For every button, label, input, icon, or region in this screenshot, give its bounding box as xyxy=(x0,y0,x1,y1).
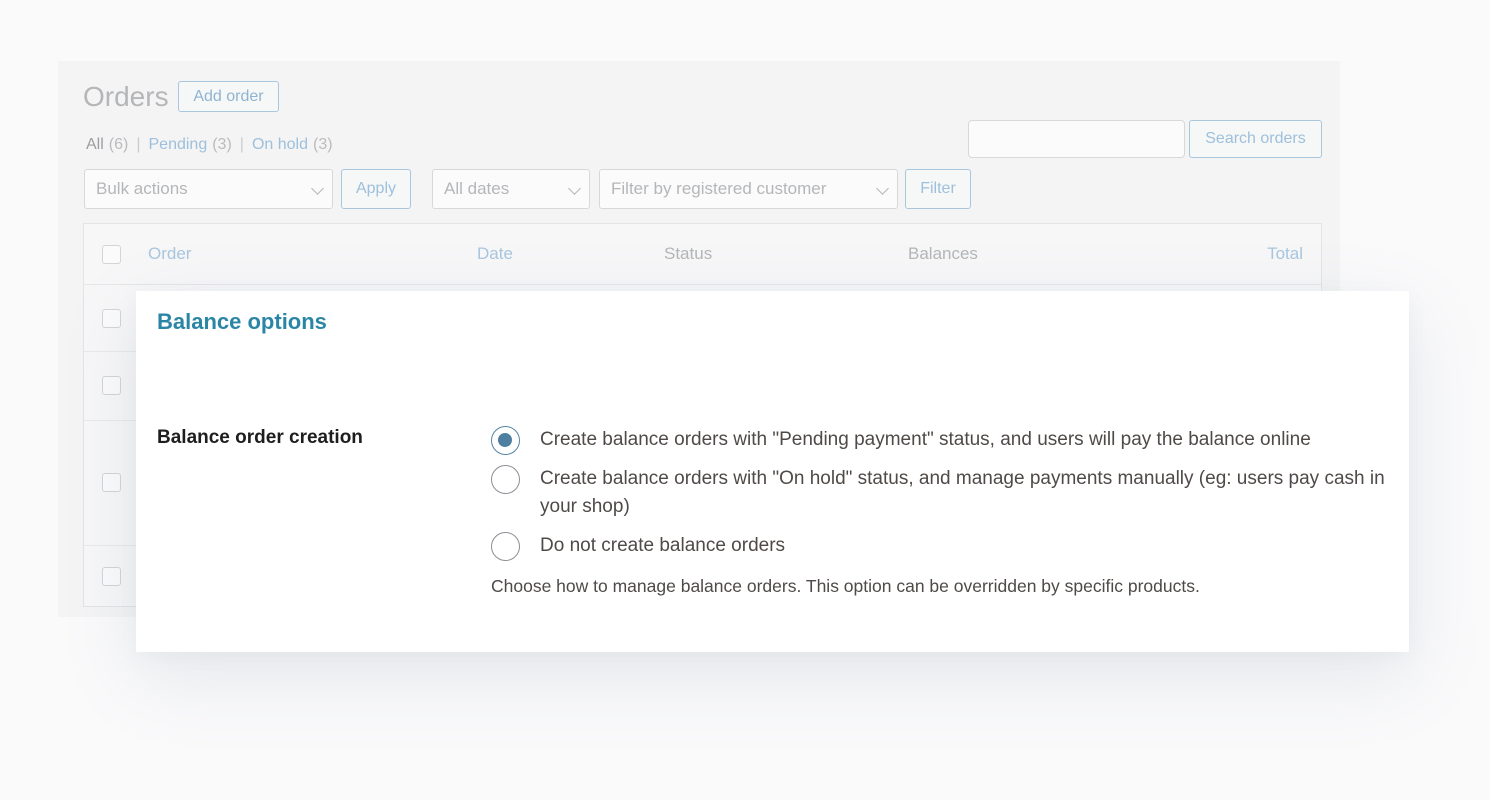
order-status-filters: All (6) | Pending (3) | On hold (3) xyxy=(86,136,333,154)
radio-on-hold-label[interactable]: Create balance orders with "On hold" sta… xyxy=(540,465,1385,521)
radio-pending-payment-label[interactable]: Create balance orders with "Pending paym… xyxy=(540,426,1385,454)
column-date[interactable]: Date xyxy=(477,244,513,264)
search-orders-input[interactable] xyxy=(968,120,1185,158)
bulk-actions-select[interactable]: Bulk actions xyxy=(84,169,333,209)
chevron-down-icon xyxy=(568,182,581,195)
filter-all-count: (6) xyxy=(108,136,129,153)
column-total[interactable]: Total xyxy=(1267,244,1303,264)
customer-filter-placeholder: Filter by registered customer xyxy=(611,179,827,198)
chevron-down-icon xyxy=(311,182,324,195)
filter-on-hold-count: (3) xyxy=(312,136,333,153)
apply-button[interactable]: Apply xyxy=(341,169,411,209)
date-filter-select[interactable]: All dates xyxy=(432,169,590,209)
filter-separator: | xyxy=(239,136,244,153)
date-filter-selected: All dates xyxy=(444,179,510,198)
select-all-checkbox[interactable] xyxy=(102,245,121,264)
chevron-down-icon xyxy=(876,182,889,195)
radio-pending-payment[interactable] xyxy=(491,426,520,455)
column-status: Status xyxy=(664,244,713,263)
option-description: Choose how to manage balance orders. Thi… xyxy=(491,576,1200,596)
card-title: Balance options xyxy=(157,309,327,334)
radio-no-balance-orders-label[interactable]: Do not create balance orders xyxy=(540,532,1385,560)
radio-no-balance-orders[interactable] xyxy=(491,532,520,561)
add-order-button[interactable]: Add order xyxy=(178,81,279,112)
row-checkbox[interactable] xyxy=(102,473,121,492)
row-checkbox[interactable] xyxy=(102,567,121,586)
row-checkbox[interactable] xyxy=(102,309,121,328)
row-checkbox[interactable] xyxy=(102,376,121,395)
balance-order-creation-label: Balance order creation xyxy=(157,427,363,448)
filter-separator: | xyxy=(136,136,141,153)
filter-pending-link[interactable]: Pending xyxy=(149,136,208,154)
balance-options-card: Balance options Balance order creation C… xyxy=(136,291,1409,652)
customer-filter-select[interactable]: Filter by registered customer xyxy=(599,169,898,209)
filter-on-hold-link[interactable]: On hold xyxy=(252,136,308,154)
filter-all-link[interactable]: All xyxy=(86,136,104,154)
column-order[interactable]: Order xyxy=(148,244,191,264)
search-orders-button[interactable]: Search orders xyxy=(1189,120,1322,158)
filter-pending-count: (3) xyxy=(212,136,232,153)
radio-on-hold[interactable] xyxy=(491,465,520,494)
column-balances: Balances xyxy=(908,244,978,263)
bulk-actions-selected: Bulk actions xyxy=(96,179,188,198)
page-title: Orders xyxy=(83,81,169,112)
table-header: Order Date Status Balances Total xyxy=(84,224,1321,285)
filter-button[interactable]: Filter xyxy=(905,169,971,209)
